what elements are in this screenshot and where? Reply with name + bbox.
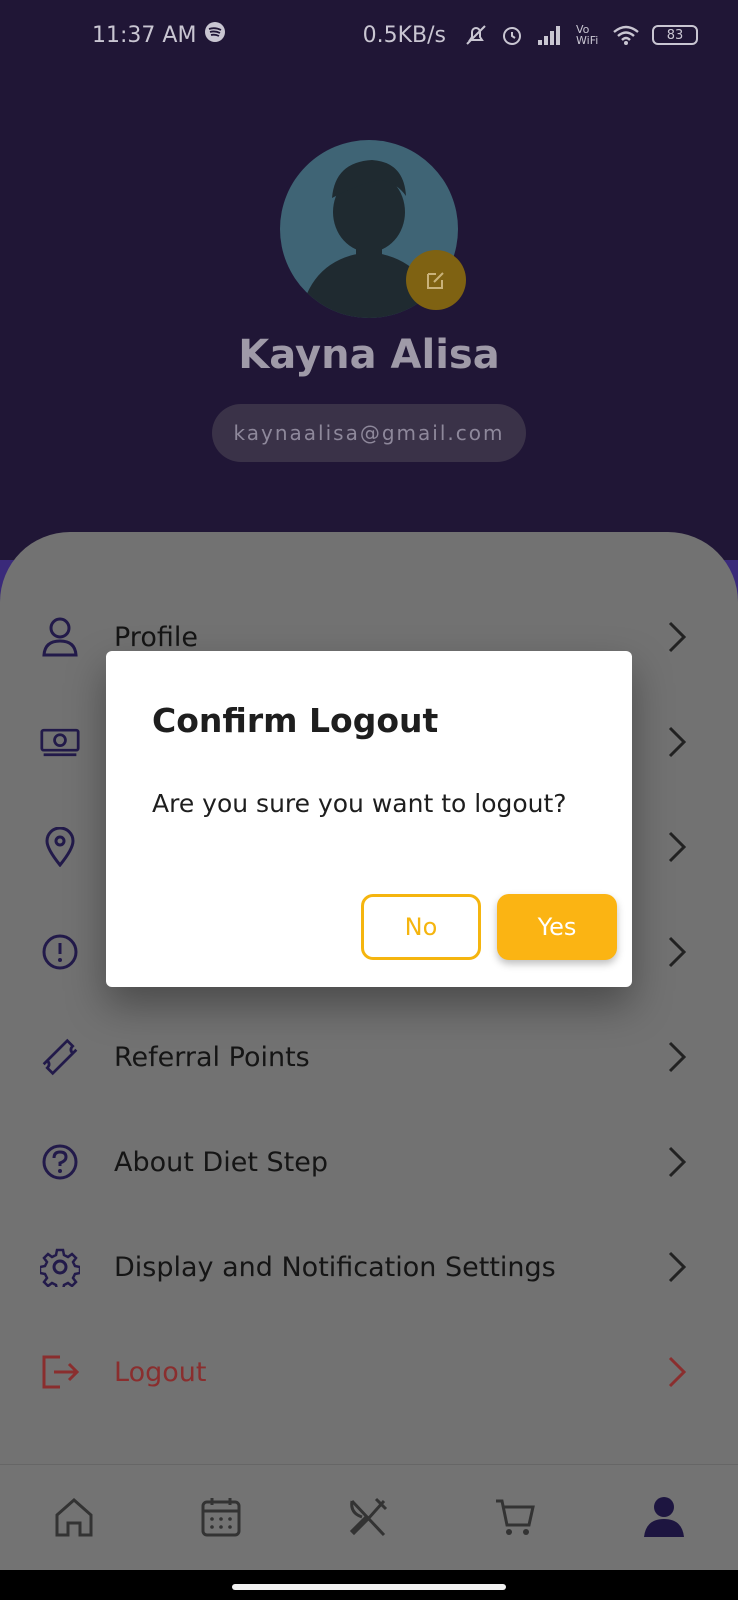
chevron-right-icon [662, 1354, 690, 1390]
info-circle-icon [40, 932, 80, 972]
cart-icon[interactable] [491, 1493, 539, 1541]
location-pin-icon [40, 827, 80, 867]
ticket-icon [40, 1037, 80, 1077]
vowifi-label: Vo WiFi [576, 23, 599, 47]
status-bar: 11:37 AM 0.5KB/s Vo WiFi 83 [0, 0, 738, 70]
menu-item-label: Referral Points [114, 1041, 310, 1073]
menu-item-label: Logout [114, 1356, 207, 1388]
mute-icon [464, 23, 488, 47]
menu-item-about[interactable]: About Diet Step [0, 1117, 738, 1207]
dialog-message: Are you sure you want to logout? [152, 789, 567, 818]
menu-item-label: Profile [114, 621, 198, 653]
yes-button[interactable]: Yes [497, 894, 617, 960]
question-circle-icon [40, 1142, 80, 1182]
home-icon[interactable] [50, 1493, 98, 1541]
menu-item-label: Display and Notification Settings [114, 1251, 556, 1283]
chevron-right-icon [662, 1039, 690, 1075]
edit-avatar-button[interactable] [406, 250, 466, 310]
calendar-icon[interactable] [197, 1493, 245, 1541]
profile-icon[interactable] [640, 1493, 688, 1541]
dialog-title: Confirm Logout [152, 701, 439, 740]
user-icon [40, 617, 80, 657]
bottom-nav [0, 1464, 738, 1570]
spotify-icon [204, 21, 226, 49]
status-time: 11:37 AM [92, 22, 197, 48]
chevron-right-icon [662, 724, 690, 760]
menu-item-referral-points[interactable]: Referral Points [0, 1012, 738, 1102]
user-email: kaynaalisa@gmail.com [212, 404, 526, 462]
profile-screen: 11:37 AM 0.5KB/s Vo WiFi 83 Kayna Alisa … [0, 0, 738, 1600]
money-icon [40, 722, 80, 762]
logout-icon [40, 1352, 80, 1392]
gear-icon [40, 1247, 80, 1287]
confirm-logout-dialog: Confirm Logout Are you sure you want to … [106, 651, 632, 987]
user-name: Kayna Alisa [238, 332, 500, 378]
battery-icon: 83 [652, 25, 698, 45]
chevron-right-icon [662, 1249, 690, 1285]
signal-icon [536, 24, 564, 46]
menu-item-label: About Diet Step [114, 1146, 328, 1178]
no-button[interactable]: No [361, 894, 481, 960]
net-speed: 0.5KB/s [362, 22, 446, 48]
profile-header: Kayna Alisa kaynaalisa@gmail.com [0, 70, 738, 560]
menu-item-logout[interactable]: Logout [0, 1327, 738, 1417]
chevron-right-icon [662, 1144, 690, 1180]
home-gesture-handle[interactable] [232, 1584, 506, 1590]
chevron-right-icon [662, 619, 690, 655]
menu-item-settings[interactable]: Display and Notification Settings [0, 1222, 738, 1312]
chevron-right-icon [662, 934, 690, 970]
meals-icon[interactable] [344, 1493, 392, 1541]
chevron-right-icon [662, 829, 690, 865]
wifi-icon [612, 24, 640, 46]
alarm-icon [500, 23, 524, 47]
edit-icon [427, 272, 444, 289]
